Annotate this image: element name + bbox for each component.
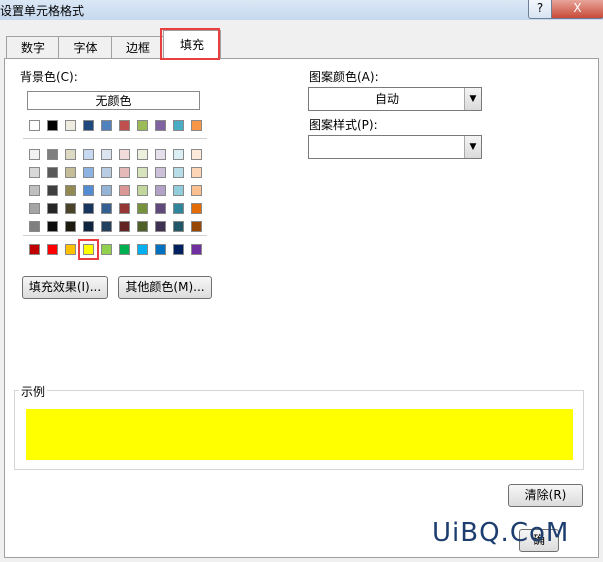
title-bar: 设置单元格格式 ? X [0, 0, 603, 20]
color-swatch-shade[interactable] [101, 221, 112, 232]
color-swatch-shade[interactable] [173, 149, 184, 160]
color-swatch-shade[interactable] [65, 221, 76, 232]
color-swatch-shade[interactable] [173, 167, 184, 178]
color-swatch-standard[interactable] [29, 244, 40, 255]
color-swatch-standard[interactable] [137, 244, 148, 255]
color-swatch-shade[interactable] [173, 221, 184, 232]
color-swatch-theme[interactable] [191, 120, 202, 131]
color-swatch-shade[interactable] [65, 167, 76, 178]
palette-divider-bottom [23, 235, 207, 236]
palette-divider-top [23, 138, 207, 139]
color-swatch-shade[interactable] [29, 149, 40, 160]
clear-button[interactable]: 清除(R) [508, 484, 583, 507]
color-swatch-shade[interactable] [65, 149, 76, 160]
fill-effects-button[interactable]: 填充效果(I)... [22, 276, 108, 299]
color-swatch-shade[interactable] [47, 185, 58, 196]
pattern-style-label: 图案样式(P): [309, 118, 378, 132]
color-swatch-shade[interactable] [137, 185, 148, 196]
tab-font[interactable]: 字体 [58, 36, 113, 59]
color-swatch-shade[interactable] [65, 185, 76, 196]
color-swatch-shade[interactable] [29, 221, 40, 232]
color-swatch-shade[interactable] [29, 185, 40, 196]
color-swatch-shade[interactable] [119, 149, 130, 160]
color-swatch-shade[interactable] [101, 149, 112, 160]
pattern-style-dropdown[interactable]: ▼ [308, 135, 482, 159]
color-swatch-standard[interactable] [101, 244, 112, 255]
color-swatch-standard[interactable] [155, 244, 166, 255]
background-color-label: 背景色(C): [20, 70, 78, 84]
color-swatch-standard[interactable] [191, 244, 202, 255]
color-swatch-theme[interactable] [47, 120, 58, 131]
color-swatch-shade[interactable] [47, 167, 58, 178]
help-button[interactable]: ? [528, 0, 552, 19]
close-button[interactable]: X [551, 0, 603, 19]
color-swatch-theme[interactable] [137, 120, 148, 131]
window-title: 设置单元格格式 [0, 4, 85, 18]
tab-border[interactable]: 边框 [111, 36, 165, 59]
pattern-color-dropdown[interactable]: 自动 ▼ [308, 87, 482, 111]
pattern-style-value [309, 136, 465, 158]
color-swatch-shade[interactable] [137, 167, 148, 178]
color-swatch-shade[interactable] [155, 167, 166, 178]
color-swatch-shade[interactable] [191, 149, 202, 160]
color-swatch-shade[interactable] [101, 203, 112, 214]
color-swatch-theme[interactable] [155, 120, 166, 131]
pattern-color-value: 自动 [374, 92, 399, 106]
color-swatch-shade[interactable] [137, 221, 148, 232]
color-swatch-shade[interactable] [83, 167, 94, 178]
color-swatch-standard[interactable] [119, 244, 130, 255]
tab-fill-highlight [160, 28, 220, 60]
sample-group [14, 390, 584, 470]
color-swatch-shade[interactable] [29, 167, 40, 178]
color-swatch-shade[interactable] [119, 167, 130, 178]
no-color-button[interactable]: 无颜色 [27, 91, 200, 110]
color-swatch-shade[interactable] [83, 185, 94, 196]
fill-panel: 背景色(C): 无颜色 填充效果(I)... 其他颜色(M)... 图案颜色(A… [4, 58, 599, 558]
tab-strip: 数字 字体 边框 填充 [0, 30, 603, 60]
color-swatch-shade[interactable] [173, 203, 184, 214]
color-swatch-standard[interactable] [65, 244, 76, 255]
pattern-color-label: 图案颜色(A): [309, 70, 379, 84]
color-swatch-shade[interactable] [83, 203, 94, 214]
chevron-down-icon[interactable]: ▼ [464, 136, 481, 158]
color-swatch-theme[interactable] [83, 120, 94, 131]
color-swatch-shade[interactable] [155, 221, 166, 232]
color-swatch-shade[interactable] [119, 221, 130, 232]
selected-color-highlight [78, 239, 99, 260]
color-swatch-shade[interactable] [65, 203, 76, 214]
sample-preview [26, 409, 573, 460]
color-swatch-shade[interactable] [47, 149, 58, 160]
color-swatch-shade[interactable] [137, 149, 148, 160]
chevron-down-icon[interactable]: ▼ [464, 88, 481, 110]
color-swatch-theme[interactable] [65, 120, 76, 131]
color-swatch-theme[interactable] [119, 120, 130, 131]
color-swatch-shade[interactable] [191, 221, 202, 232]
color-swatch-standard[interactable] [47, 244, 58, 255]
tab-number[interactable]: 数字 [6, 36, 60, 59]
more-colors-button[interactable]: 其他颜色(M)... [118, 276, 212, 299]
color-swatch-shade[interactable] [29, 203, 40, 214]
color-swatch-shade[interactable] [191, 167, 202, 178]
color-swatch-shade[interactable] [101, 185, 112, 196]
color-swatch-shade[interactable] [173, 185, 184, 196]
sample-label: 示例 [19, 383, 48, 400]
color-swatch-shade[interactable] [137, 203, 148, 214]
color-swatch-theme[interactable] [101, 120, 112, 131]
color-swatch-shade[interactable] [191, 203, 202, 214]
color-swatch-shade[interactable] [101, 167, 112, 178]
color-swatch-shade[interactable] [119, 185, 130, 196]
color-swatch-shade[interactable] [47, 203, 58, 214]
color-swatch-shade[interactable] [191, 185, 202, 196]
color-swatch-shade[interactable] [83, 149, 94, 160]
color-swatch-theme[interactable] [29, 120, 40, 131]
watermark-logo: UiBQ.CoM [432, 518, 570, 548]
color-swatch-shade[interactable] [119, 203, 130, 214]
color-swatch-shade[interactable] [155, 149, 166, 160]
color-swatch-shade[interactable] [47, 221, 58, 232]
color-swatch-standard[interactable] [173, 244, 184, 255]
color-swatch-shade[interactable] [155, 203, 166, 214]
color-swatch-shade[interactable] [83, 221, 94, 232]
color-swatch-theme[interactable] [173, 120, 184, 131]
color-swatch-shade[interactable] [155, 185, 166, 196]
